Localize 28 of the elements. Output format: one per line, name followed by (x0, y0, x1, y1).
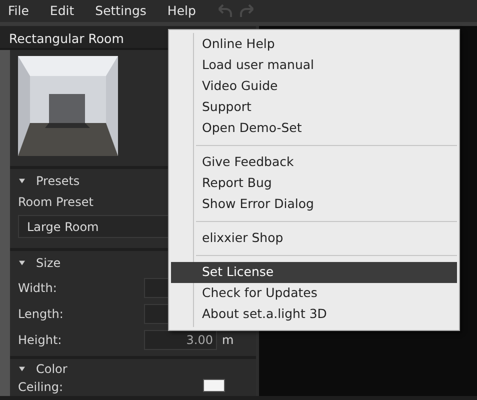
menu-item[interactable]: Help (167, 2, 207, 20)
field-label: Length: (18, 306, 64, 323)
unit-label: m (222, 332, 234, 349)
menu-item[interactable]: Set License (171, 262, 457, 283)
menu-item[interactable]: Check for Updates (171, 283, 457, 304)
section-title[interactable]: Size (36, 254, 61, 272)
color-swatch[interactable] (203, 379, 225, 392)
caret-icon[interactable] (18, 366, 26, 372)
field-label: Height: (18, 332, 63, 349)
section-title[interactable]: Color (36, 360, 68, 378)
menu-item[interactable]: Show Error Dialog (171, 194, 457, 215)
section-title[interactable]: Presets (36, 172, 80, 190)
menu-item[interactable]: File (8, 2, 40, 20)
field-label: Width: (18, 280, 58, 297)
menu-item[interactable]: Settings (95, 2, 158, 20)
menu-item[interactable]: Load user manual (171, 55, 457, 76)
menu-item[interactable]: About set.a.light 3D (171, 304, 457, 325)
menu-item[interactable]: Open Demo-Set (171, 118, 457, 139)
menu-item[interactable]: Support (171, 97, 457, 118)
caret-icon[interactable] (18, 260, 26, 266)
menu-item[interactable]: Edit (50, 2, 86, 20)
field-label: Ceiling: (18, 379, 64, 395)
menu-item[interactable]: Video Guide (171, 76, 457, 97)
menu-item[interactable]: Give Feedback (171, 152, 457, 173)
number-field[interactable]: 3.00 (144, 330, 217, 350)
field-label: Room Preset (18, 194, 94, 211)
caret-icon[interactable] (18, 178, 26, 184)
menu-item[interactable]: Report Bug (171, 173, 457, 194)
